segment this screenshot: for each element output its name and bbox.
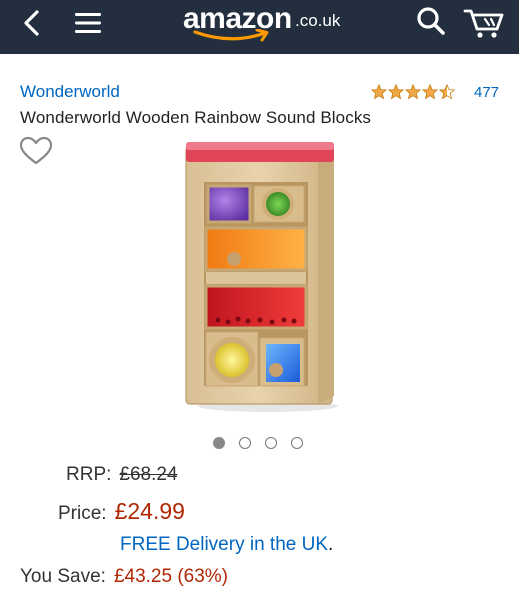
- rating-summary[interactable]: 477: [371, 82, 499, 102]
- carousel-dot[interactable]: [265, 437, 277, 449]
- carousel-dot[interactable]: [291, 437, 303, 449]
- carousel-dot[interactable]: [213, 437, 225, 449]
- search-icon[interactable]: [416, 6, 446, 36]
- rrp-value: £68.24: [119, 464, 178, 485]
- product-title: Wonderworld Wooden Rainbow Sound Blocks: [20, 108, 372, 127]
- star-full-icon: [422, 84, 438, 100]
- free-delivery-link[interactable]: FREE Delivery in the UK: [120, 534, 328, 555]
- image-carousel-indicator: [213, 437, 303, 449]
- brand-link[interactable]: Wonderworld: [20, 82, 120, 102]
- star-full-icon: [388, 84, 404, 100]
- star-full-icon: [371, 84, 387, 100]
- back-arrow-icon[interactable]: [18, 9, 46, 37]
- star-half-icon: [439, 84, 455, 100]
- top-navigation-bar: amazon .co.uk: [0, 0, 519, 54]
- product-image[interactable]: [178, 138, 346, 414]
- star-full-icon: [405, 84, 421, 100]
- delivery-suffix: .: [328, 534, 334, 555]
- wishlist-heart-icon[interactable]: [19, 136, 53, 166]
- delivery-info: FREE Delivery in the UK.: [120, 534, 333, 556]
- rrp-label: RRP:: [66, 464, 112, 485]
- price-value: £24.99: [114, 498, 185, 524]
- star-rating: [371, 84, 455, 100]
- hamburger-menu-icon[interactable]: [74, 10, 102, 36]
- logo-smile-icon: [193, 29, 269, 42]
- savings-label: You Save:: [20, 566, 106, 587]
- price-row: Price: £24.99: [58, 498, 185, 525]
- carousel-dot[interactable]: [239, 437, 251, 449]
- price-label: Price:: [58, 503, 107, 524]
- savings-row: You Save: £43.25 (63%): [20, 566, 228, 588]
- rating-count[interactable]: 477: [474, 84, 499, 101]
- savings-value: £43.25 (63%): [113, 566, 229, 587]
- logo-domain: .co.uk: [295, 11, 341, 30]
- rrp-row: RRP: £68.24: [66, 464, 178, 486]
- cart-icon[interactable]: [463, 5, 505, 39]
